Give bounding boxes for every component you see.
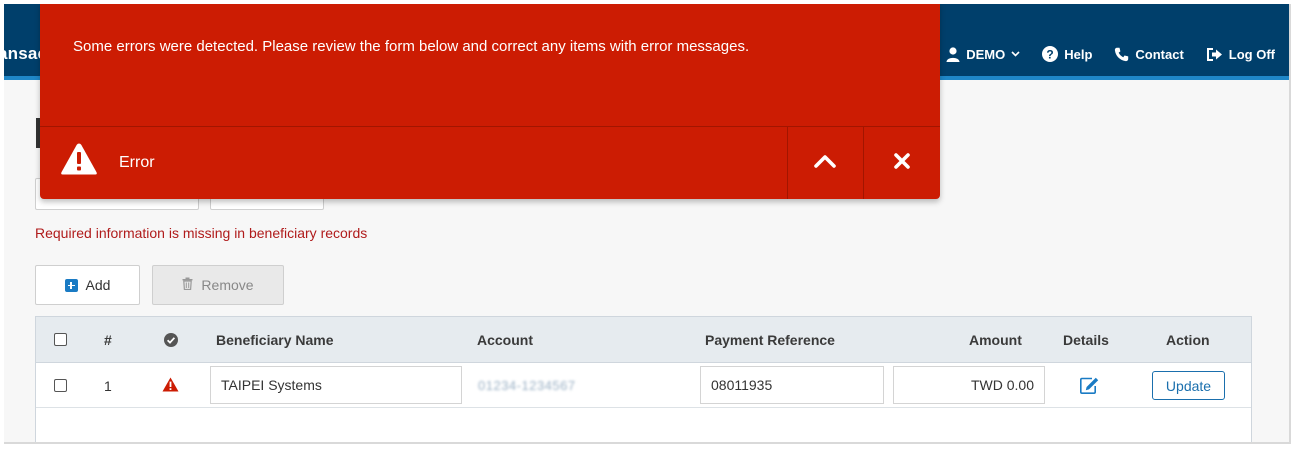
- remove-button[interactable]: Remove: [152, 265, 284, 305]
- user-name: DEMO: [966, 46, 1006, 62]
- header-amount: Amount: [969, 332, 1022, 348]
- header-index: #: [104, 332, 112, 348]
- error-message: Some errors were detected. Please review…: [73, 38, 750, 55]
- close-toast-button[interactable]: [864, 127, 940, 199]
- payment-reference-field[interactable]: [700, 366, 884, 404]
- chevron-down-icon: [1011, 51, 1020, 57]
- close-x-icon: [894, 152, 910, 174]
- add-label: Add: [85, 277, 111, 293]
- row-checkbox[interactable]: [54, 379, 67, 392]
- update-button[interactable]: Update: [1152, 371, 1225, 400]
- required-info-error: Required information is missing in benef…: [35, 225, 368, 241]
- table-row: 1 01234-1234567 Update: [36, 363, 1251, 408]
- help-icon: ?: [1042, 46, 1059, 62]
- header-action: Action: [1166, 332, 1210, 348]
- header-beneficiary-name: Beneficiary Name: [216, 332, 334, 348]
- select-all-checkbox[interactable]: [54, 333, 67, 346]
- remove-label: Remove: [201, 277, 254, 293]
- amount-field[interactable]: [893, 366, 1045, 404]
- table-header: # Beneficiary Name Account Payment Refer…: [36, 317, 1251, 363]
- user-icon: [946, 46, 960, 62]
- collapse-toast-button[interactable]: [788, 127, 862, 199]
- warning-triangle-icon: [60, 142, 98, 181]
- logoff-label: Log Off: [1228, 46, 1275, 62]
- plus-square-icon: [64, 278, 78, 292]
- beneficiary-table: # Beneficiary Name Account Payment Refer…: [35, 316, 1252, 442]
- svg-text:?: ?: [1047, 48, 1054, 62]
- header-payment-reference: Payment Reference: [705, 332, 835, 348]
- logout-icon: [1206, 47, 1223, 62]
- contact-link[interactable]: Contact: [1114, 46, 1184, 62]
- add-button[interactable]: Add: [35, 265, 140, 305]
- logoff-link[interactable]: Log Off: [1206, 47, 1275, 62]
- check-circle-icon: [164, 333, 178, 352]
- toast-title: Error: [119, 154, 155, 171]
- top-navigation: DEMO ? Help Contact Log Off: [946, 46, 1275, 62]
- header-account: Account: [477, 332, 533, 348]
- warning-icon: [162, 377, 179, 397]
- help-label: Help: [1064, 46, 1093, 62]
- trash-icon: [182, 277, 193, 293]
- row-index: 1: [104, 378, 112, 394]
- account-number-redacted: 01234-1234567: [478, 378, 576, 393]
- chevron-up-icon: [814, 154, 836, 173]
- beneficiary-name-field[interactable]: [210, 366, 462, 404]
- app-frame: ansac DEMO ? Help Con: [4, 4, 1291, 444]
- help-link[interactable]: ? Help: [1042, 46, 1092, 62]
- error-toast: Some errors were detected. Please review…: [40, 4, 940, 199]
- contact-label: Contact: [1135, 46, 1184, 62]
- edit-details-icon[interactable]: [1080, 377, 1099, 399]
- phone-icon: [1114, 47, 1129, 62]
- header-details: Details: [1063, 332, 1109, 348]
- user-menu[interactable]: DEMO: [946, 47, 1020, 62]
